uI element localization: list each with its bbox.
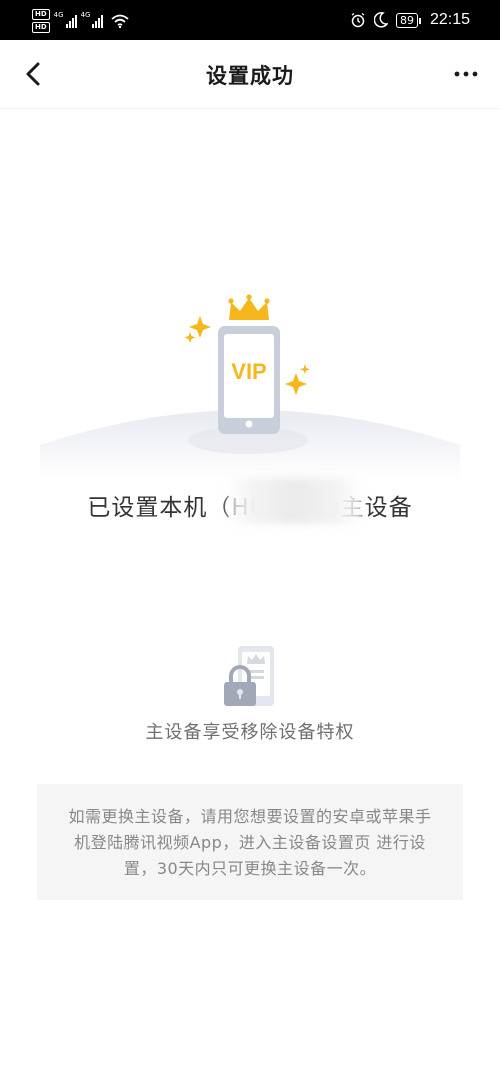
hd-badge: HD xyxy=(32,9,50,20)
vip-text: VIP xyxy=(231,359,266,384)
phone-home-button xyxy=(245,420,253,428)
more-dots-icon xyxy=(454,71,478,77)
status-bar: HD HD 4G 4G 89 22:15 xyxy=(0,0,500,40)
sparkle-icon xyxy=(184,332,196,343)
device-name-blur-mask xyxy=(226,478,364,524)
hd-badge: HD xyxy=(32,22,50,33)
tip-box: 如需更换主设备，请用您想要设置的安卓或苹果手机登陆腾讯视频App，进入主设备设置… xyxy=(37,784,463,900)
wifi-icon xyxy=(111,14,130,28)
network-type-label: 4G xyxy=(53,11,64,19)
crown-icon xyxy=(229,298,269,320)
sparkle-icon xyxy=(285,373,307,395)
vip-phone-illustration: VIP xyxy=(40,294,460,480)
feature-label: 主设备享受移除设备特权 xyxy=(145,722,355,743)
network-type-label: 4G xyxy=(80,11,91,19)
status-left: HD HD 4G 4G xyxy=(32,8,130,34)
signal-icon xyxy=(65,14,77,28)
status-right: 89 22:15 xyxy=(350,8,470,32)
sparkle-icon xyxy=(189,316,211,338)
battery-indicator: 89 xyxy=(395,12,421,28)
more-button[interactable] xyxy=(452,62,480,86)
moon-icon xyxy=(373,12,388,28)
status-time: 22:15 xyxy=(429,11,470,28)
phone-lock-icon xyxy=(224,646,274,706)
hd-badges: HD HD xyxy=(32,9,50,33)
sparkle-icon xyxy=(300,364,310,374)
alarm-icon xyxy=(351,12,365,28)
page-title: 设置成功 xyxy=(206,64,294,88)
tip-text: 如需更换主设备，请用您想要设置的安卓或苹果手机登陆腾讯视频App，进入主设备设置… xyxy=(68,807,432,878)
nav-bar: 设置成功 xyxy=(0,40,500,109)
signal-icon xyxy=(92,14,104,28)
